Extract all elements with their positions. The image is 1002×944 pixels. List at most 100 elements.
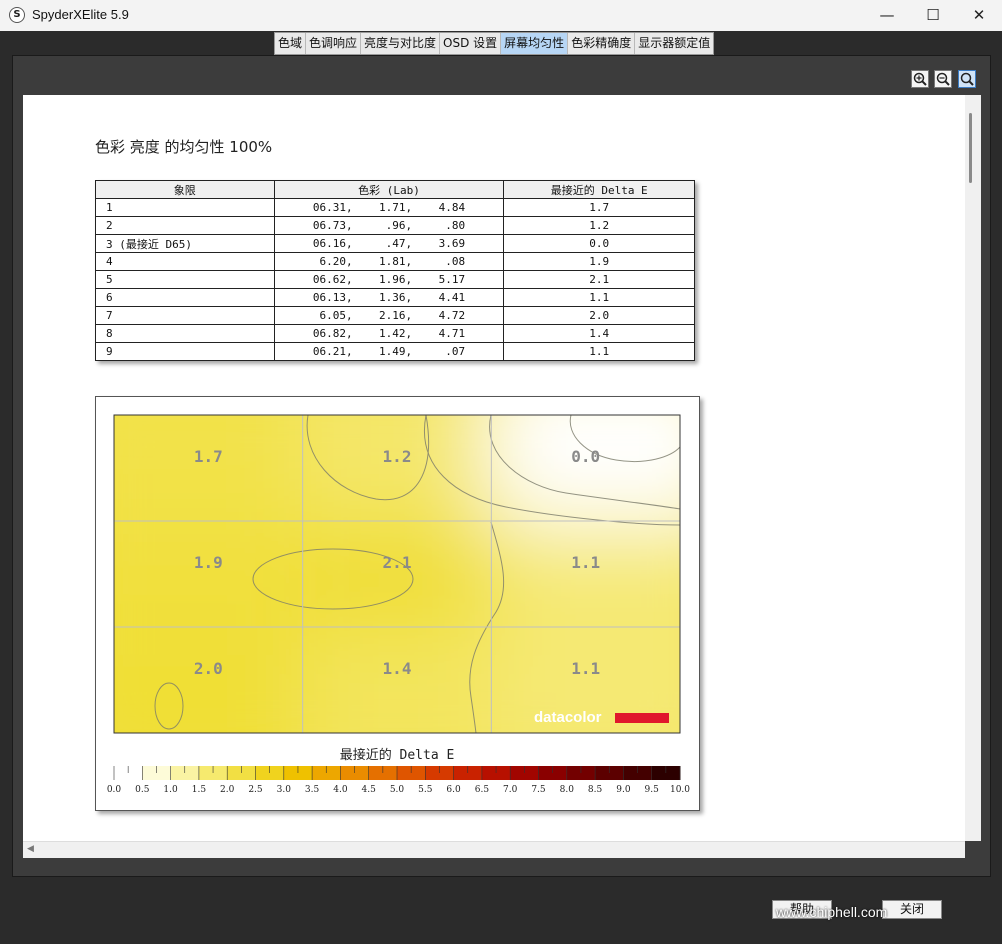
colorbar-tick-label: 8.0 (560, 785, 575, 795)
quadrant-cell: 9 (95, 342, 275, 361)
delta-e-cell: 2.0 (503, 306, 695, 325)
colorbar-tick-label: 6.5 (475, 785, 490, 795)
colorbar-tick-label: 6.0 (446, 785, 461, 795)
colorbar-tick-label: 9.0 (616, 785, 631, 795)
tab-2[interactable]: 亮度与对比度 (361, 33, 441, 54)
heatmap-value-label: 0.0 (571, 447, 600, 466)
lab-cell: 6.05, 2.16, 4.72 (273, 306, 505, 325)
table-row: 1 06.31, 1.71, 4.84 1.7 (95, 198, 695, 217)
table-row: 5 06.62, 1.96, 5.17 2.1 (95, 270, 695, 289)
colorbar-tick-label: 1.0 (163, 785, 178, 795)
zoom-out-icon (936, 72, 950, 86)
colorbar-tick-label: 8.5 (588, 785, 603, 795)
horizontal-scrollbar[interactable]: ◀ (23, 841, 965, 858)
delta-e-cell: 2.1 (503, 270, 695, 289)
heatmap-value-label: 1.9 (194, 553, 223, 572)
tab-5[interactable]: 色彩精确度 (568, 33, 636, 54)
title-bar: S SpyderXElite 5.9 — ☐ ✕ (0, 0, 1002, 32)
heatmap-value-label: 1.4 (383, 659, 412, 678)
lab-cell: 06.31, 1.71, 4.84 (273, 198, 505, 217)
scroll-left-arrow-icon[interactable]: ◀ (27, 844, 34, 854)
colorbar-title: 最接近的 Delta E (340, 747, 455, 763)
lab-cell: 06.21, 1.49, .07 (273, 342, 505, 361)
zoom-fit-button[interactable] (958, 70, 976, 88)
table-row: 9 06.21, 1.49, .07 1.1 (95, 342, 695, 361)
zoom-out-button[interactable] (934, 70, 952, 88)
colorbar-tick-label: 4.5 (362, 785, 377, 795)
zoom-in-button[interactable] (911, 70, 929, 88)
tab-0[interactable]: 色域 (275, 33, 307, 54)
colorbar-tick-label: 1.5 (192, 785, 207, 795)
delta-e-cell: 1.9 (503, 252, 695, 271)
lab-cell: 6.20, 1.81, .08 (273, 252, 505, 271)
lab-cell: 06.62, 1.96, 5.17 (273, 270, 505, 289)
watermark-text: www.chiphell.com (776, 904, 888, 920)
maximize-button[interactable]: ☐ (910, 0, 956, 31)
heatmap-cell (491, 521, 680, 627)
delta-e-cell: 1.1 (503, 342, 695, 361)
table-row: 7 6.05, 2.16, 4.72 2.0 (95, 306, 695, 325)
tab-1[interactable]: 色调响应 (306, 33, 362, 54)
minimize-button[interactable]: — (864, 0, 910, 31)
colorbar-tick-label: 0.0 (107, 785, 122, 795)
heatmap-value-label: 1.2 (383, 447, 412, 466)
colorbar-tick-label: 5.5 (418, 785, 433, 795)
quadrant-cell: 5 (95, 270, 275, 289)
heatmap-cell (114, 521, 303, 627)
table-row: 3 (最接近 D65) 06.16, .47, 3.69 0.0 (95, 234, 695, 253)
table-header-row: 象限 色彩 (Lab) 最接近的 Delta E (95, 180, 695, 199)
column-header-delta-e: 最接近的 Delta E (503, 180, 695, 199)
colorbar-tick-label: 0.5 (135, 785, 150, 795)
colorbar-tick-label: 7.5 (531, 785, 546, 795)
uniformity-chart: 1.7 1.2 0.0 1.9 2.1 1.1 2.0 1.4 1.1 datacolor 最接… (95, 396, 700, 811)
datacolor-logo-text: datacolor (534, 709, 602, 726)
table-row: 2 06.73, .96, .80 1.2 (95, 216, 695, 235)
delta-e-cell: 1.4 (503, 324, 695, 343)
colorbar-tick-label: 9.5 (645, 785, 660, 795)
colorbar-tick-label: 2.0 (220, 785, 235, 795)
lab-cell: 06.13, 1.36, 4.41 (273, 288, 505, 307)
tab-3[interactable]: OSD 设置 (440, 33, 502, 54)
column-header-quadrant: 象限 (95, 180, 275, 199)
colorbar-tick-label: 2.5 (248, 785, 263, 795)
heatmap-value-label: 2.0 (194, 659, 223, 678)
quadrant-cell: 7 (95, 306, 275, 325)
quadrant-cell: 1 (95, 198, 275, 217)
datacolor-logo-bar (615, 713, 669, 723)
app-icon: S (9, 7, 25, 23)
table-row: 8 06.82, 1.42, 4.71 1.4 (95, 324, 695, 343)
tab-4[interactable]: 屏幕均匀性 (501, 33, 569, 54)
heatmap-value-label: 2.1 (383, 553, 412, 572)
colorbar-tick-label: 10.0 (670, 785, 690, 795)
tab-bar: 色域 色调响应 亮度与对比度 OSD 设置 屏幕均匀性 色彩精确度 显示器额定值 (0, 31, 1002, 55)
delta-e-cell: 1.1 (503, 288, 695, 307)
vertical-scrollbar[interactable] (965, 95, 981, 841)
colorbar-tick-label: 7.0 (503, 785, 518, 795)
delta-e-cell: 0.0 (503, 234, 695, 253)
close-dialog-button[interactable]: 关闭 (882, 900, 942, 919)
tab-6[interactable]: 显示器额定值 (635, 33, 713, 54)
quadrant-cell: 6 (95, 288, 275, 307)
zoom-in-icon (913, 72, 927, 86)
report-document: 色彩 亮度 的均匀性 100% 象限 色彩 (Lab) 最接近的 Delta E… (23, 95, 965, 841)
lab-cell: 06.73, .96, .80 (273, 216, 505, 235)
colorbar-tick-label: 5.0 (390, 785, 405, 795)
close-button[interactable]: ✕ (956, 0, 1002, 31)
uniformity-heatmap: 1.7 1.2 0.0 1.9 2.1 1.1 2.0 1.4 1.1 datacolor 最接… (107, 414, 690, 795)
colorbar-tick-label: 3.0 (277, 785, 292, 795)
quadrant-table-container: 象限 色彩 (Lab) 最接近的 Delta E 1 06.31, 1.71, 4… (95, 180, 695, 361)
colorbar-tick-label: 4.0 (333, 785, 348, 795)
lab-cell: 06.82, 1.42, 4.71 (273, 324, 505, 343)
quadrant-cell: 8 (95, 324, 275, 343)
delta-e-cell: 1.2 (503, 216, 695, 235)
vertical-scroll-thumb[interactable] (969, 113, 972, 183)
report-title: 色彩 亮度 的均匀性 100% (95, 138, 273, 156)
colorbar-tick-label: 3.5 (305, 785, 320, 795)
column-header-color-lab: 色彩 (Lab) (273, 180, 505, 199)
zoom-fit-icon (960, 72, 974, 86)
quadrant-cell: 2 (95, 216, 275, 235)
quadrant-table: 象限 色彩 (Lab) 最接近的 Delta E 1 06.31, 1.71, 4… (95, 180, 695, 361)
heatmap-value-label: 1.1 (571, 659, 600, 678)
quadrant-cell: 4 (95, 252, 275, 271)
heatmap-value-label: 1.7 (194, 447, 223, 466)
